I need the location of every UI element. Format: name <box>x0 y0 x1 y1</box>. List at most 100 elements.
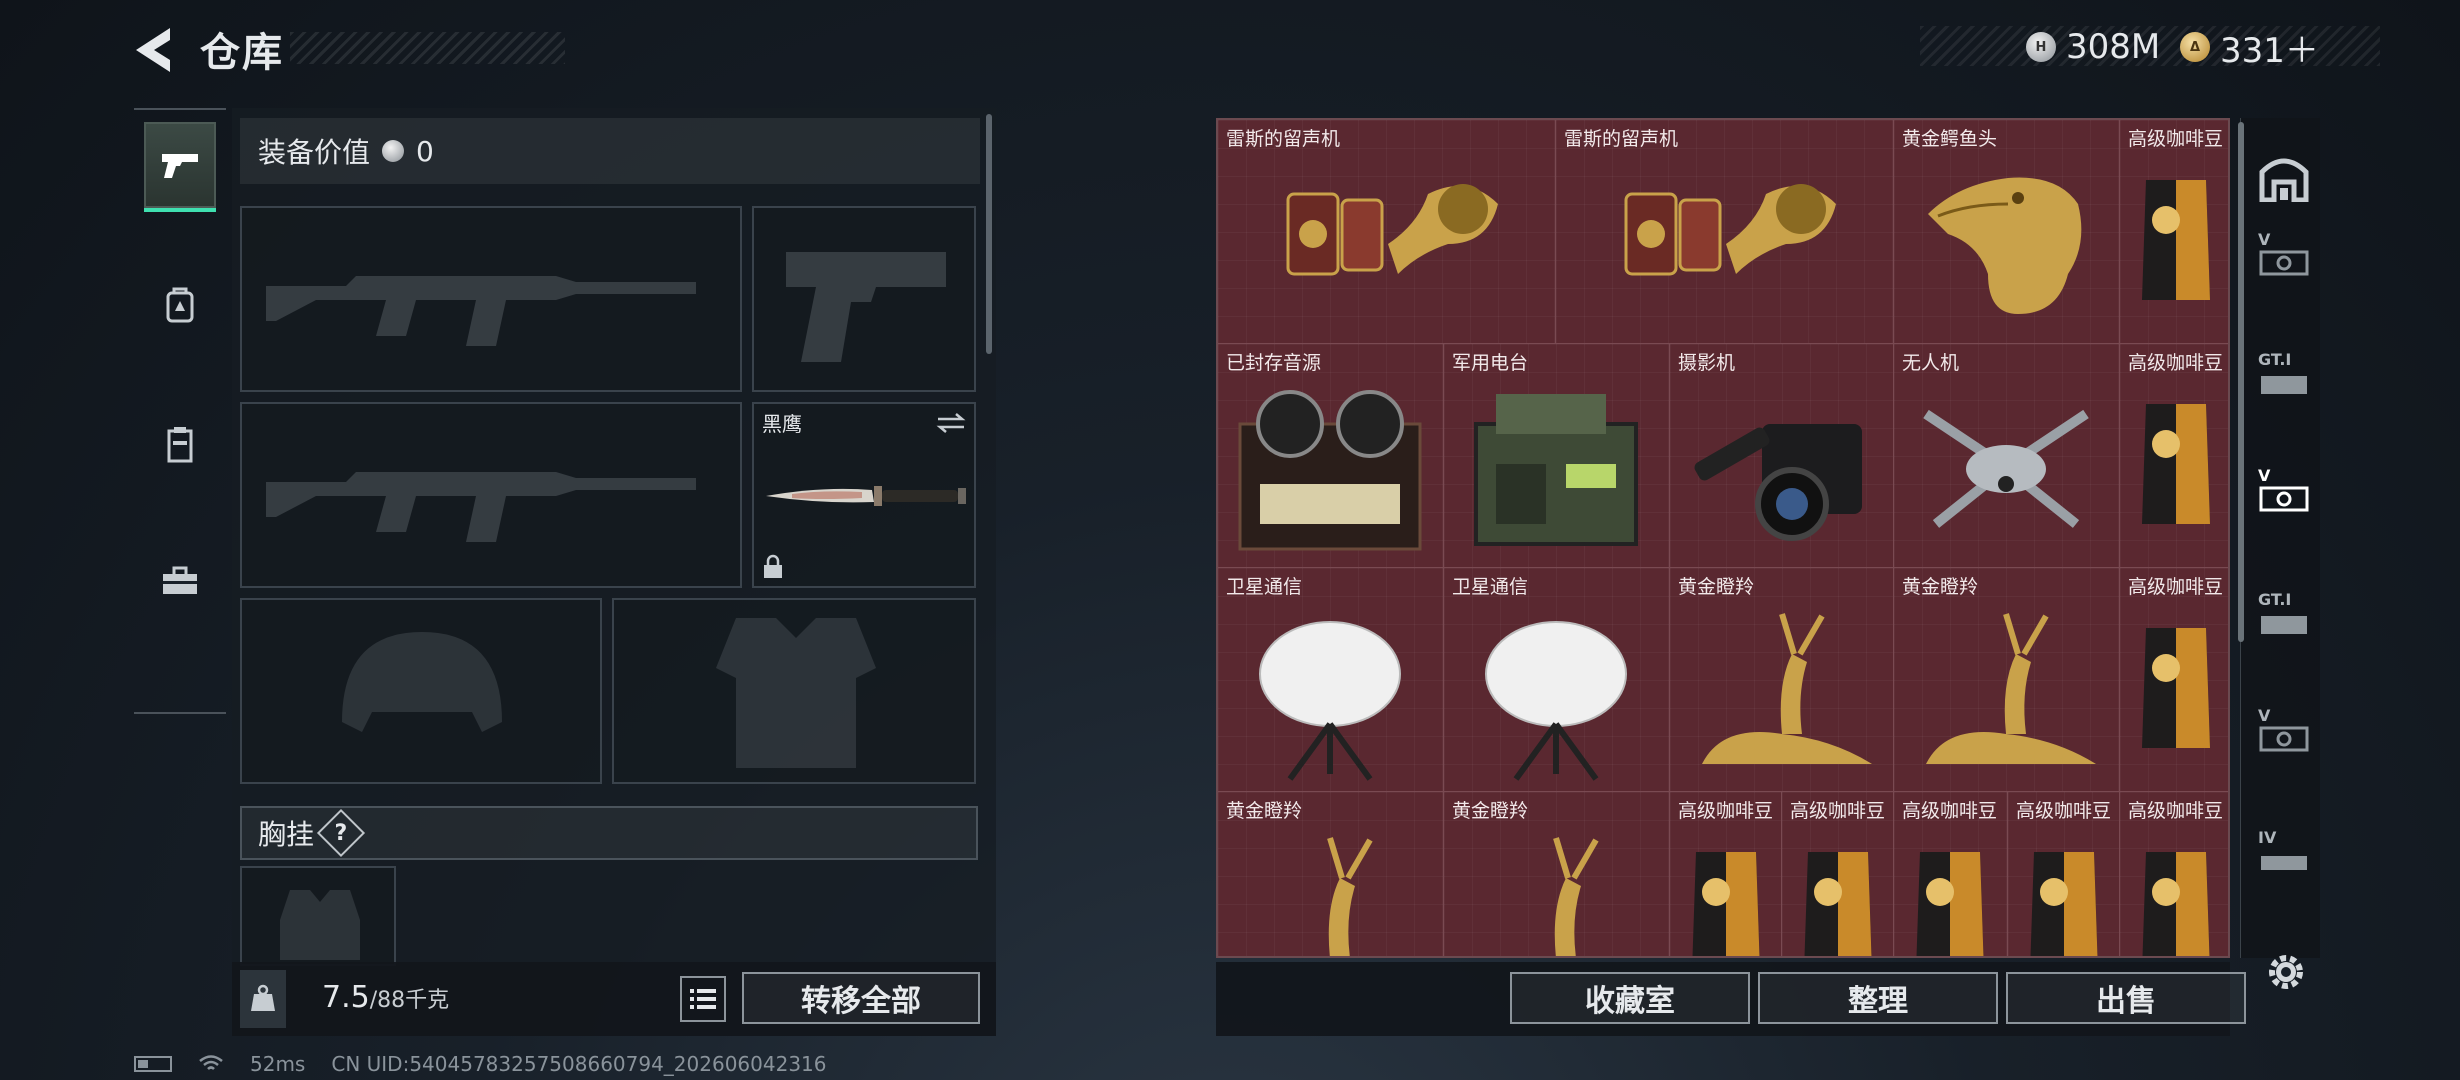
wifi-icon <box>199 1055 223 1070</box>
primary-weapon-slot-1[interactable] <box>240 206 742 392</box>
storage-item[interactable]: 已封存音源 <box>1218 344 1444 568</box>
drone-icon <box>1923 409 2089 528</box>
storage-item[interactable]: 卫星通信 <box>1444 568 1670 792</box>
golden-gazelle-icon <box>1702 613 1872 764</box>
storage-item[interactable]: 高级咖啡豆 <box>2008 792 2120 956</box>
reel-tape-recorder-icon <box>1238 390 1422 551</box>
storage-item[interactable]: 高级咖啡豆 <box>1894 792 2008 956</box>
backpack-icon <box>166 287 194 323</box>
tab-warehouse-gti-2[interactable]: GT.I <box>2254 590 2314 650</box>
melee-name: 黑鹰 <box>762 412 802 436</box>
storage-grid[interactable]: 雷斯的留声机 雷斯的留声机 黄金鳄鱼头 高级咖啡豆 已封存音源 军用电台 摄影机… <box>1216 118 2230 958</box>
currency-gold[interactable]: Δ 331＋ <box>2180 22 2319 72</box>
storage-item[interactable]: 黄金瞪羚 <box>1444 792 1670 956</box>
sell-button[interactable]: 出售 <box>2006 972 2246 1024</box>
equipment-value-header: 装备价值 0 <box>240 118 980 184</box>
coffee-bag-icon <box>1916 852 1984 956</box>
tab-case[interactable] <box>144 536 216 626</box>
swap-arrows-icon[interactable] <box>936 412 966 434</box>
pistol-icon <box>162 154 198 178</box>
help-icon[interactable]: ? <box>316 808 366 858</box>
list-view-button[interactable] <box>680 976 726 1022</box>
chest-rig-slot[interactable] <box>240 866 396 966</box>
storage-item[interactable]: 黄金鳄鱼头 <box>1894 120 2120 344</box>
storage-item[interactable]: 黄金瞪羚 <box>1218 792 1444 956</box>
assault-rifle-silhouette-icon <box>266 276 696 346</box>
weight-readout: 7.5/88千克 <box>322 980 449 1015</box>
body-armor-slot[interactable] <box>612 598 976 784</box>
storage-item[interactable]: 卫星通信 <box>1218 568 1444 792</box>
storage-item[interactable]: 高级咖啡豆 <box>2120 344 2228 568</box>
currency-silver-value: 308M <box>2066 27 2161 67</box>
tab-backpack[interactable] <box>144 260 216 350</box>
coffee-bag-icon <box>2142 404 2210 524</box>
video-camera-icon <box>1694 424 1862 541</box>
storage-item[interactable]: 高级咖啡豆 <box>2120 568 2228 792</box>
back-arrow-icon[interactable] <box>128 22 178 78</box>
weight-current: 7.5 <box>322 980 370 1015</box>
collection-room-button[interactable]: 收藏室 <box>1510 972 1750 1024</box>
tab-warehouse-iv[interactable]: IV <box>2254 828 2314 888</box>
tab-warehouse-v-2[interactable]: V <box>2254 706 2314 766</box>
tab-storage-overview[interactable] <box>2254 148 2314 208</box>
satellite-dish-icon <box>1485 621 1627 781</box>
storage-item[interactable]: 高级咖啡豆 <box>1782 792 1894 956</box>
golden-crocodile-head-icon <box>1928 177 2082 314</box>
coffee-bag-icon <box>2030 852 2098 956</box>
tab-warehouse-gti[interactable]: GT.I <box>2254 350 2314 410</box>
organize-button[interactable]: 整理 <box>1758 972 1998 1024</box>
status-line: 52ms CN UID:5404578325750866079​4_202606… <box>134 1052 827 1076</box>
storage-item[interactable]: 军用电台 <box>1444 344 1670 568</box>
page-title: 仓库 <box>200 30 284 76</box>
battery-icon <box>134 1056 172 1072</box>
storage-item[interactable]: 高级咖啡豆 <box>1670 792 1782 956</box>
lock-icon <box>764 554 782 578</box>
settings-gear-icon[interactable] <box>2262 948 2310 996</box>
chest-rig-header: 胸挂 ? <box>240 806 978 860</box>
golden-gazelle-icon <box>1926 613 2096 764</box>
gramophone-icon <box>1624 184 1836 276</box>
list-icon <box>690 989 716 1009</box>
equipment-scrollbar[interactable] <box>986 114 992 354</box>
storage-item[interactable]: 高级咖啡豆 <box>2120 120 2228 344</box>
golden-gazelle-icon <box>1553 837 1599 956</box>
storage-scrollbar[interactable] <box>2238 122 2244 642</box>
storage-item[interactable]: 高级咖啡豆 <box>2120 792 2228 956</box>
body-armor-silhouette-icon <box>716 618 876 768</box>
military-radio-icon <box>1474 394 1638 546</box>
helmet-slot[interactable] <box>240 598 602 784</box>
storage-item[interactable]: 雷斯的留声机 <box>1556 120 1894 344</box>
transfer-all-button[interactable]: 转移全部 <box>742 972 980 1024</box>
user-uid: CN UID:5404578325750866079​4_20260604231… <box>331 1052 827 1076</box>
storage-overview-icon <box>2259 158 2309 202</box>
storage-item[interactable]: 黄金瞪羚 <box>1670 568 1894 792</box>
tab-weapons[interactable] <box>144 122 216 212</box>
vest-icon <box>167 427 193 463</box>
ping-readout: 52ms <box>250 1052 306 1076</box>
toolbox-icon <box>163 566 197 594</box>
coffee-bag-icon <box>1692 852 1760 956</box>
tab-vest[interactable] <box>144 400 216 490</box>
coffee-bag-icon <box>2142 628 2210 748</box>
tab-warehouse-v[interactable]: V <box>2254 230 2314 290</box>
storage-item[interactable]: 雷斯的留声机 <box>1218 120 1556 344</box>
coffee-bag-icon <box>2142 852 2210 956</box>
storage-item[interactable]: 无人机 <box>1894 344 2120 568</box>
silver-coin-icon: H <box>2026 32 2056 62</box>
silver-coin-icon <box>382 140 405 162</box>
currency-gold-value: 331＋ <box>2220 30 2319 71</box>
tab-warehouse-v-active[interactable]: V <box>2254 466 2314 526</box>
pistol-silhouette-icon <box>786 252 946 362</box>
currency-silver[interactable]: H 308M <box>2026 22 2160 72</box>
melee-slot[interactable]: 黑鹰 <box>752 402 976 588</box>
combat-knife-icon <box>766 486 966 506</box>
helmet-silhouette-icon <box>342 632 502 732</box>
weight-icon <box>240 970 286 1028</box>
chest-rig-label: 胸挂 <box>258 818 315 851</box>
storage-item[interactable]: 摄影机 <box>1670 344 1894 568</box>
primary-weapon-slot-2[interactable] <box>240 402 742 588</box>
pistol-slot[interactable] <box>752 206 976 392</box>
chest-rig-silhouette-icon <box>280 890 360 960</box>
storage-item[interactable]: 黄金瞪羚 <box>1894 568 2120 792</box>
gold-coin-icon: Δ <box>2180 32 2210 62</box>
